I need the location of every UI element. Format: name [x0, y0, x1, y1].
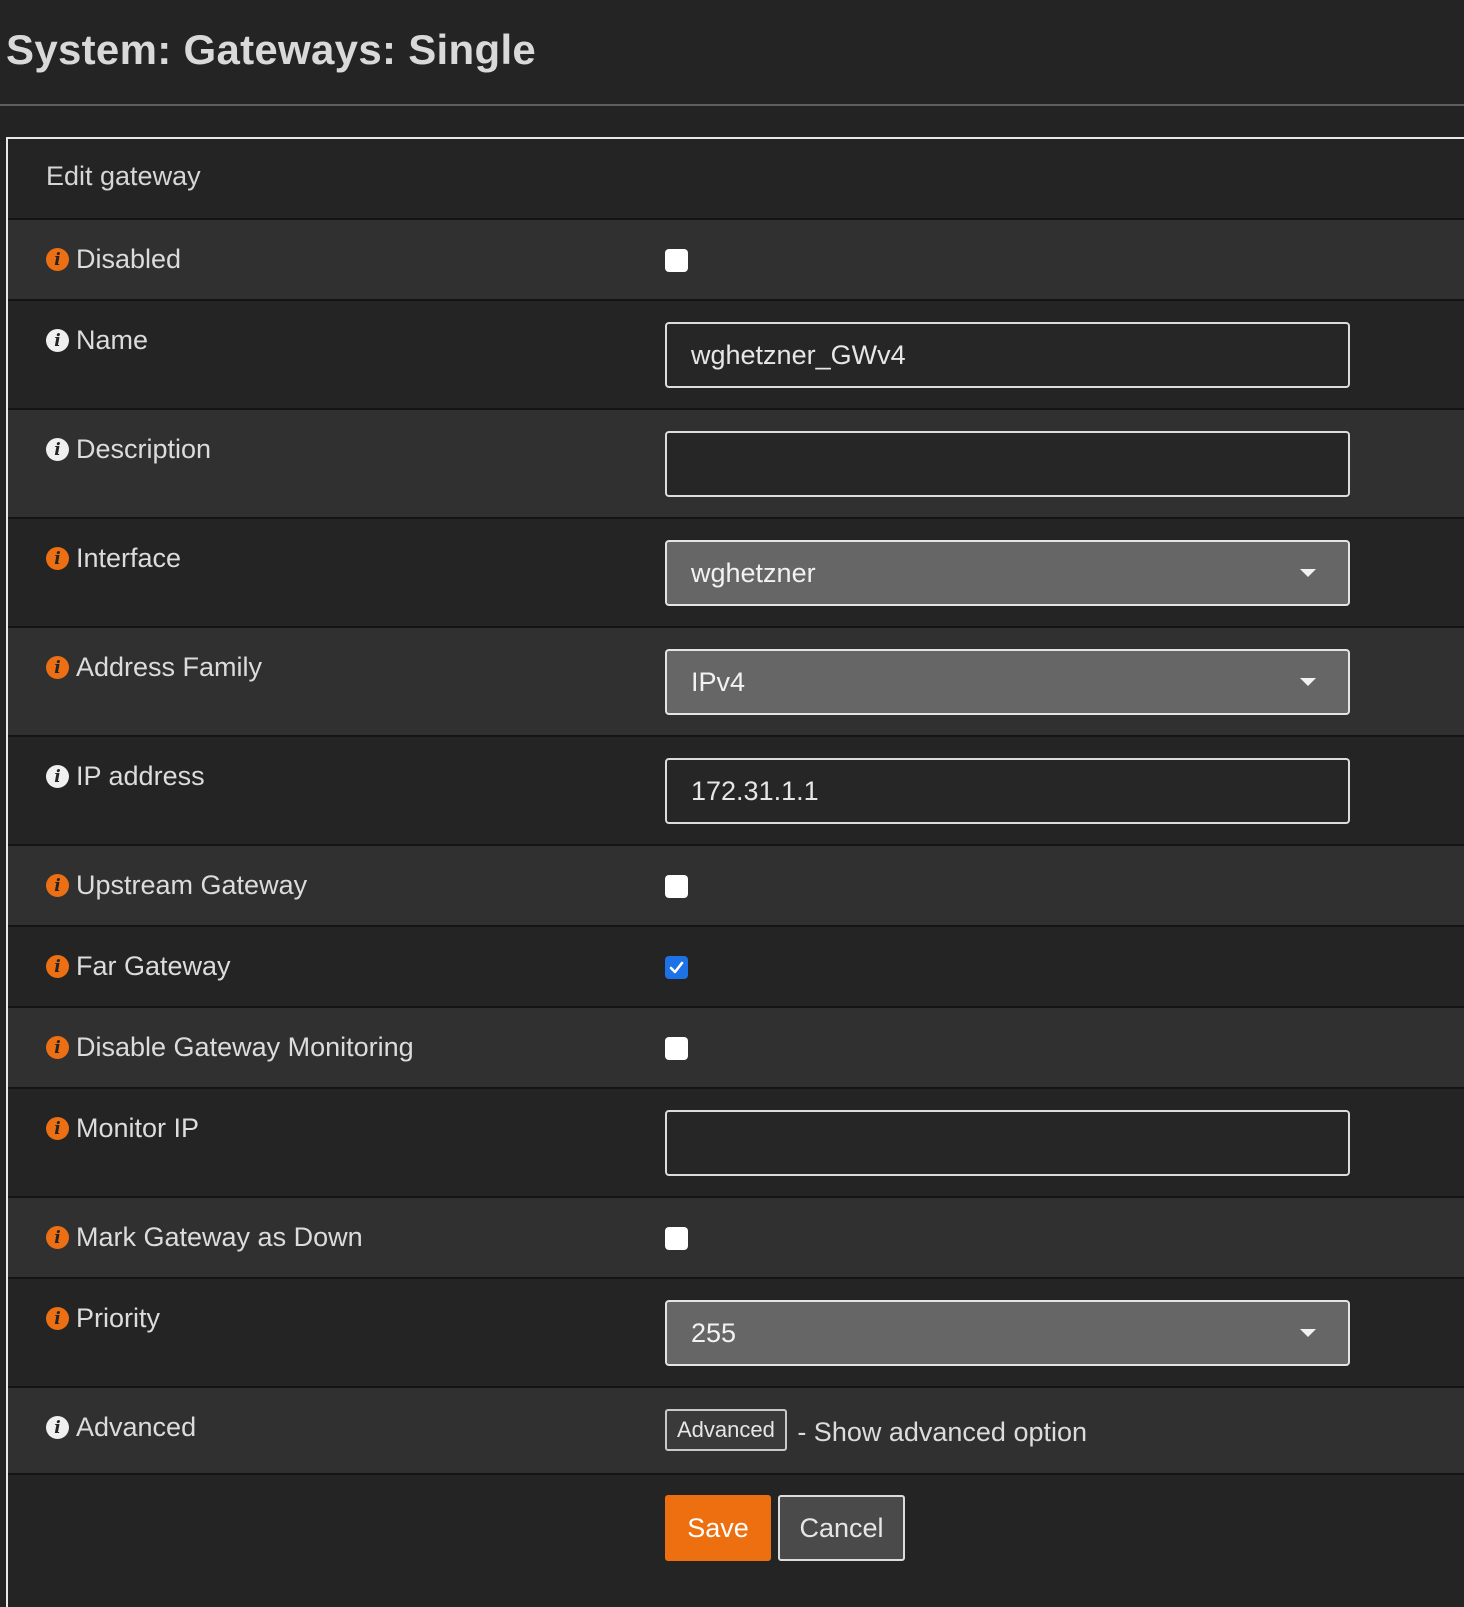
- chevron-down-icon: [1300, 1329, 1316, 1337]
- row-name: i Name: [8, 301, 1464, 410]
- upstream-gateway-label-text: Upstream Gateway: [76, 870, 308, 900]
- priority-label-text: Priority: [76, 1303, 161, 1333]
- priority-select-value: 255: [691, 1317, 737, 1348]
- advanced-help-text: - Show advanced option: [797, 1417, 1088, 1448]
- info-icon[interactable]: i: [46, 438, 69, 461]
- mark-down-label: i Mark Gateway as Down: [46, 1222, 363, 1253]
- disabled-label: i Disabled: [46, 244, 181, 275]
- info-icon[interactable]: i: [46, 547, 69, 570]
- info-icon[interactable]: i: [46, 248, 69, 271]
- priority-select[interactable]: 255: [665, 1300, 1350, 1366]
- interface-select-value: wghetzner: [691, 557, 816, 588]
- address-family-label-text: Address Family: [76, 652, 263, 682]
- row-ip-address: i IP address: [8, 737, 1464, 846]
- disable-monitoring-label: i Disable Gateway Monitoring: [46, 1032, 414, 1063]
- advanced-label: i Advanced: [46, 1412, 196, 1443]
- row-mark-down: i Mark Gateway as Down: [8, 1198, 1464, 1279]
- info-icon[interactable]: i: [46, 329, 69, 352]
- row-upstream-gateway: i Upstream Gateway: [8, 846, 1464, 927]
- address-family-label: i Address Family: [46, 652, 262, 683]
- mark-down-label-text: Mark Gateway as Down: [76, 1222, 363, 1252]
- edit-gateway-panel: Edit gateway i Disabled i Name i Descrip…: [6, 137, 1464, 1607]
- info-icon[interactable]: i: [46, 1226, 69, 1249]
- row-priority: i Priority 255: [8, 1279, 1464, 1388]
- panel-heading: Edit gateway: [8, 139, 1464, 220]
- advanced-button[interactable]: Advanced: [665, 1409, 787, 1451]
- save-button[interactable]: Save: [665, 1495, 771, 1561]
- info-icon[interactable]: i: [46, 955, 69, 978]
- upstream-gateway-label: i Upstream Gateway: [46, 870, 307, 901]
- info-icon[interactable]: i: [46, 1416, 69, 1439]
- row-far-gateway: i Far Gateway: [8, 927, 1464, 1008]
- priority-label: i Priority: [46, 1303, 160, 1334]
- info-icon[interactable]: i: [46, 1307, 69, 1330]
- monitor-ip-input[interactable]: [665, 1110, 1350, 1176]
- ip-address-label: i IP address: [46, 761, 205, 792]
- name-input[interactable]: [665, 322, 1350, 388]
- row-interface: i Interface wghetzner: [8, 519, 1464, 628]
- page-title: System: Gateways: Single: [6, 26, 537, 73]
- row-disabled: i Disabled: [8, 220, 1464, 301]
- info-icon[interactable]: i: [46, 765, 69, 788]
- advanced-label-text: Advanced: [76, 1412, 197, 1442]
- disable-monitoring-checkbox[interactable]: [665, 1037, 688, 1060]
- row-monitor-ip: i Monitor IP: [8, 1089, 1464, 1198]
- description-input[interactable]: [665, 431, 1350, 497]
- page-header: System: Gateways: Single: [0, 0, 1464, 106]
- far-gateway-checkbox[interactable]: [665, 956, 688, 979]
- interface-label-text: Interface: [76, 543, 182, 573]
- disabled-label-text: Disabled: [76, 244, 182, 274]
- cancel-button[interactable]: Cancel: [778, 1495, 905, 1561]
- description-label: i Description: [46, 434, 211, 465]
- row-actions: Save Cancel: [8, 1475, 1464, 1595]
- info-icon[interactable]: i: [46, 1036, 69, 1059]
- row-address-family: i Address Family IPv4: [8, 628, 1464, 737]
- chevron-down-icon: [1300, 569, 1316, 577]
- name-label-text: Name: [76, 325, 149, 355]
- description-label-text: Description: [76, 434, 212, 464]
- mark-down-checkbox[interactable]: [665, 1227, 688, 1250]
- info-icon[interactable]: i: [46, 874, 69, 897]
- monitor-ip-label: i Monitor IP: [46, 1113, 199, 1144]
- interface-label: i Interface: [46, 543, 181, 574]
- ip-address-label-text: IP address: [76, 761, 205, 791]
- row-description: i Description: [8, 410, 1464, 519]
- interface-select[interactable]: wghetzner: [665, 540, 1350, 606]
- disable-monitoring-label-text: Disable Gateway Monitoring: [76, 1032, 414, 1062]
- row-advanced: i Advanced Advanced - Show advanced opti…: [8, 1388, 1464, 1475]
- far-gateway-label: i Far Gateway: [46, 951, 231, 982]
- chevron-down-icon: [1300, 678, 1316, 686]
- info-icon[interactable]: i: [46, 656, 69, 679]
- address-family-select-value: IPv4: [691, 666, 746, 697]
- checkmark-icon: [669, 961, 684, 974]
- advanced-control: Advanced - Show advanced option: [665, 1409, 1087, 1451]
- row-disable-monitoring: i Disable Gateway Monitoring: [8, 1008, 1464, 1089]
- ip-address-input[interactable]: [665, 758, 1350, 824]
- name-label: i Name: [46, 325, 148, 356]
- address-family-select[interactable]: IPv4: [665, 649, 1350, 715]
- far-gateway-label-text: Far Gateway: [76, 951, 231, 981]
- disabled-checkbox[interactable]: [665, 249, 688, 272]
- info-icon[interactable]: i: [46, 1117, 69, 1140]
- upstream-gateway-checkbox[interactable]: [665, 875, 688, 898]
- monitor-ip-label-text: Monitor IP: [76, 1113, 200, 1143]
